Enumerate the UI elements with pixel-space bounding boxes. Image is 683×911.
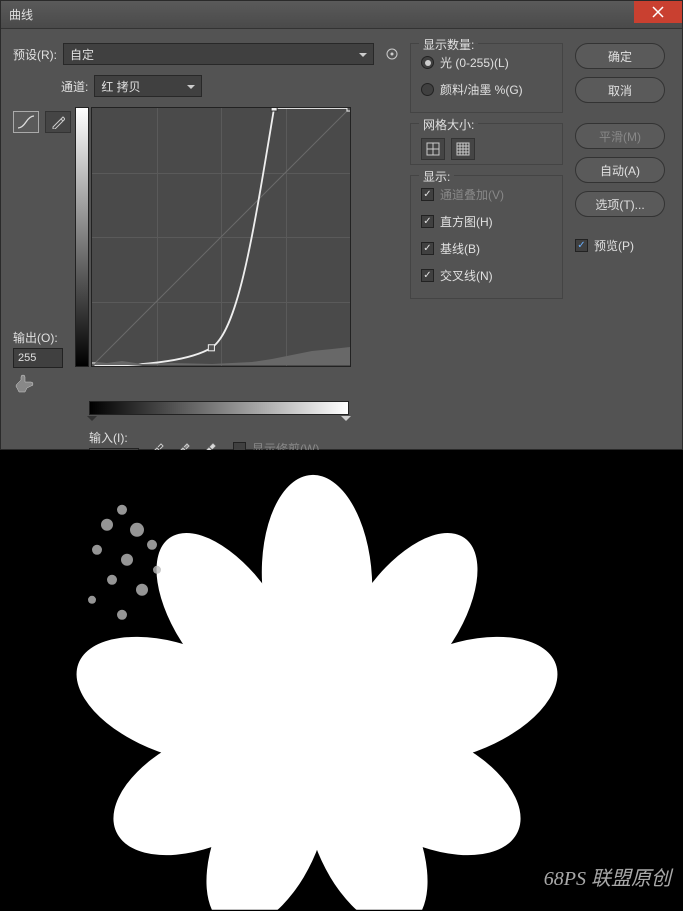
preview-checkbox[interactable] [575, 239, 588, 252]
pencil-tool-button[interactable] [45, 111, 71, 133]
lotus-silhouette [67, 469, 567, 909]
pencil-icon [51, 115, 65, 129]
intersection-label: 交叉线(N) [440, 267, 493, 284]
gear-icon [385, 47, 399, 61]
curves-dialog: 曲线 预设(R): 自定 通道: 红 拷贝 [0, 0, 683, 450]
auto-button[interactable]: 自动(A) [575, 157, 665, 183]
options-button[interactable]: 选项(T)... [575, 191, 665, 217]
intersection-checkbox[interactable] [421, 269, 434, 282]
display-amount-label: 显示数量: [419, 36, 478, 53]
show-group: 显示: 通道叠加(V) 直方图(H) 基线(B) [410, 175, 563, 299]
preset-menu-button[interactable] [384, 46, 400, 62]
input-gradient[interactable] [89, 401, 349, 415]
dialog-title: 曲线 [9, 6, 33, 23]
baseline-label: 基线(B) [440, 240, 480, 257]
light-radio-label: 光 (0-255)(L) [440, 54, 509, 71]
curve-graph[interactable] [91, 107, 351, 367]
channel-overlay-label: 通道叠加(V) [440, 186, 504, 203]
curve-tool-icon [17, 115, 35, 129]
curve-tool-button[interactable] [13, 111, 39, 133]
grid-4x4-icon [426, 142, 440, 156]
output-label: 输出(O): [13, 329, 73, 346]
output-input[interactable] [13, 348, 63, 368]
grid-small-button[interactable] [421, 138, 445, 160]
input-label: 输入(I): [89, 429, 139, 446]
white-point-slider[interactable] [341, 416, 351, 426]
histogram-checkbox[interactable] [421, 215, 434, 228]
grid-size-group: 网格大小: [410, 123, 563, 165]
close-button[interactable] [634, 1, 682, 23]
histogram-label: 直方图(H) [440, 213, 493, 230]
preset-value: 自定 [70, 46, 94, 63]
preview-label: 预览(P) [594, 237, 634, 254]
preset-dropdown[interactable]: 自定 [63, 43, 374, 65]
hand-adjust-icon[interactable] [13, 374, 37, 394]
channel-value: 红 拷贝 [101, 78, 140, 95]
channel-overlay-checkbox[interactable] [421, 188, 434, 201]
histogram [92, 345, 350, 365]
cancel-button[interactable]: 取消 [575, 77, 665, 103]
grid-10x10-icon [456, 142, 470, 156]
close-icon [652, 6, 664, 18]
output-gradient [75, 107, 89, 367]
watermark: 68PS 联盟原创 [544, 862, 671, 891]
pigment-radio-label: 颜料/油墨 %(G) [440, 81, 523, 98]
preset-label: 预设(R): [13, 46, 57, 63]
black-point-slider[interactable] [87, 416, 97, 426]
grid-large-button[interactable] [451, 138, 475, 160]
channel-dropdown[interactable]: 红 拷贝 [94, 75, 202, 97]
smooth-button: 平滑(M) [575, 123, 665, 149]
result-image: 68PS 联盟原创 [0, 450, 683, 911]
baseline-checkbox[interactable] [421, 242, 434, 255]
titlebar: 曲线 [1, 1, 682, 29]
curve-line [92, 108, 350, 366]
display-amount-group: 显示数量: 光 (0-255)(L) 颜料/油墨 %(G) [410, 43, 563, 113]
grid-size-label: 网格大小: [419, 116, 478, 133]
show-label: 显示: [419, 168, 454, 185]
ok-button[interactable]: 确定 [575, 43, 665, 69]
light-radio[interactable] [421, 56, 434, 69]
pigment-radio[interactable] [421, 83, 434, 96]
channel-label: 通道: [61, 78, 88, 95]
